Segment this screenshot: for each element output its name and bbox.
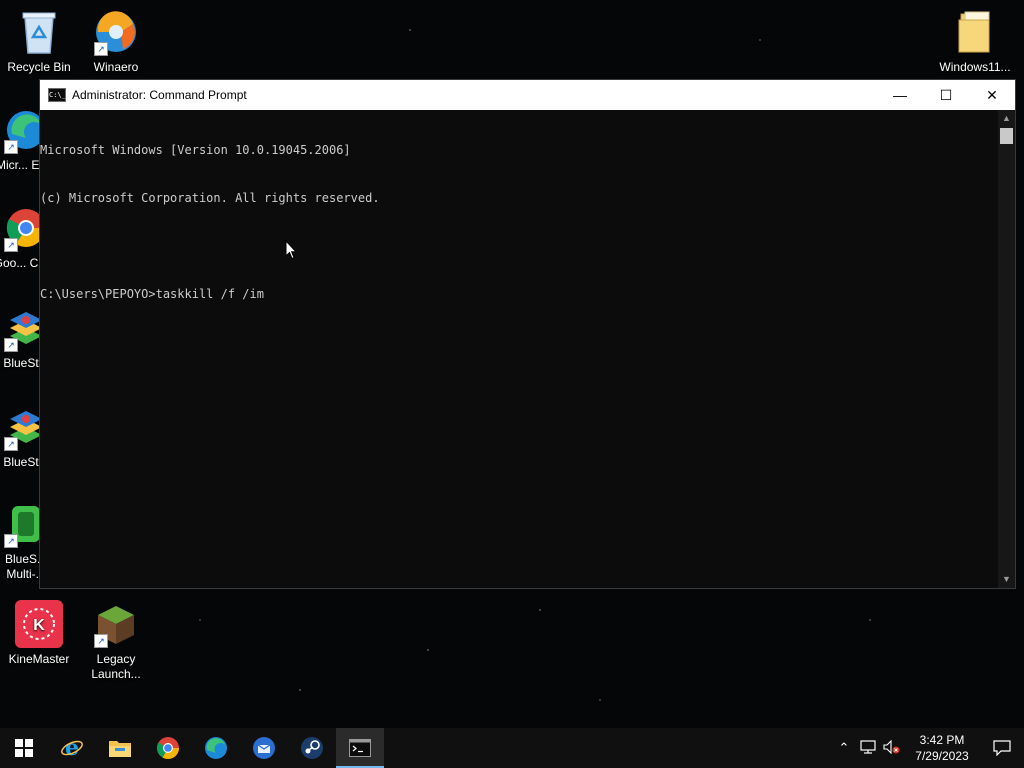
- shortcut-arrow-icon: ↗: [4, 140, 18, 154]
- network-icon[interactable]: [856, 739, 880, 757]
- file-explorer-icon: [109, 741, 131, 757]
- taskbar: e ⌃ 3:42 PM 7/29/2023: [0, 728, 1024, 768]
- scrollbar-thumb[interactable]: [1000, 128, 1013, 144]
- console-line: (c) Microsoft Corporation. All rights re…: [40, 191, 380, 205]
- internet-explorer-icon: e: [61, 736, 83, 760]
- steam-icon: [301, 737, 323, 759]
- taskbar-edge[interactable]: [192, 728, 240, 768]
- scroll-down-icon[interactable]: ▼: [998, 571, 1015, 588]
- command-prompt-window[interactable]: C:\_ Administrator: Command Prompt — ☐ ✕…: [39, 79, 1016, 589]
- desktop-icon-kinemaster[interactable]: K KineMaster: [1, 600, 77, 667]
- notifications-button[interactable]: [980, 728, 1024, 768]
- vertical-scrollbar[interactable]: ▲ ▼: [998, 110, 1015, 588]
- close-button[interactable]: ✕: [969, 80, 1015, 110]
- volume-muted-icon[interactable]: [880, 739, 904, 757]
- system-tray: ⌃ 3:42 PM 7/29/2023: [832, 728, 1024, 768]
- desktop: Recycle Bin ↗ Winaero Tweaker Windows11.…: [0, 0, 1024, 728]
- desktop-icon-winaero[interactable]: ↗ Winaero Tweaker: [78, 8, 154, 75]
- clock-time: 3:42 PM: [919, 733, 965, 747]
- kinemaster-icon: K: [15, 600, 63, 648]
- clock[interactable]: 3:42 PM 7/29/2023: [904, 732, 980, 764]
- shortcut-arrow-icon: ↗: [4, 238, 18, 252]
- desktop-icon-label: Legacy Launch...: [91, 652, 141, 681]
- svg-text:K: K: [33, 617, 45, 634]
- mouse-pointer-icon: [285, 240, 297, 260]
- shortcut-arrow-icon: ↗: [4, 338, 18, 352]
- taskbar-thunderbird[interactable]: [240, 728, 288, 768]
- desktop-icon-label: Windows11...: [939, 60, 1011, 74]
- minecraft-icon: ↗: [92, 600, 140, 648]
- start-icon: [15, 739, 33, 757]
- shortcut-arrow-icon: ↗: [94, 634, 108, 648]
- taskbar-command-prompt[interactable]: [336, 728, 384, 768]
- edge-icon: [205, 737, 227, 759]
- window-title: Administrator: Command Prompt: [72, 88, 247, 102]
- desktop-icon-recycle-bin[interactable]: Recycle Bin: [1, 8, 77, 75]
- start-button[interactable]: [0, 728, 48, 768]
- recycle-bin-icon: [15, 8, 63, 56]
- svg-text:e: e: [65, 736, 79, 760]
- notification-icon: [993, 740, 1011, 756]
- console-line: Microsoft Windows [Version 10.0.19045.20…: [40, 143, 351, 157]
- folder-icon: [951, 8, 999, 56]
- desktop-icon-windows11-folder[interactable]: Windows11...: [937, 8, 1013, 75]
- shortcut-arrow-icon: ↗: [94, 42, 108, 56]
- desktop-icon-label: Winaero Tweaker: [93, 60, 139, 74]
- desktop-icon-label: KineMaster: [8, 652, 70, 666]
- desktop-icon-legacy-launcher[interactable]: ↗ Legacy Launch...: [78, 600, 154, 682]
- command-prompt-icon: [349, 739, 371, 757]
- minimize-button[interactable]: —: [877, 80, 923, 110]
- taskbar-steam[interactable]: [288, 728, 336, 768]
- console-prompt-line[interactable]: C:\Users\PEPOYO>taskkill /f /im: [40, 286, 998, 302]
- maximize-button[interactable]: ☐: [923, 80, 969, 110]
- winaero-icon: ↗: [92, 8, 140, 56]
- taskbar-file-explorer[interactable]: [96, 728, 144, 768]
- desktop-icon-label: Recycle Bin: [7, 60, 71, 74]
- taskbar-chrome[interactable]: [144, 728, 192, 768]
- command-prompt-icon: C:\_: [48, 88, 66, 102]
- scroll-up-icon[interactable]: ▲: [998, 110, 1015, 127]
- chevron-up-icon[interactable]: ⌃: [832, 740, 856, 756]
- shortcut-arrow-icon: ↗: [4, 437, 18, 451]
- clock-date: 7/29/2023: [915, 749, 969, 763]
- console-output[interactable]: Microsoft Windows [Version 10.0.19045.20…: [40, 110, 998, 588]
- window-titlebar[interactable]: C:\_ Administrator: Command Prompt — ☐ ✕: [40, 80, 1015, 110]
- thunderbird-icon: [253, 737, 275, 759]
- shortcut-arrow-icon: ↗: [4, 534, 18, 548]
- chrome-icon: [156, 737, 179, 759]
- taskbar-internet-explorer[interactable]: e: [48, 728, 96, 768]
